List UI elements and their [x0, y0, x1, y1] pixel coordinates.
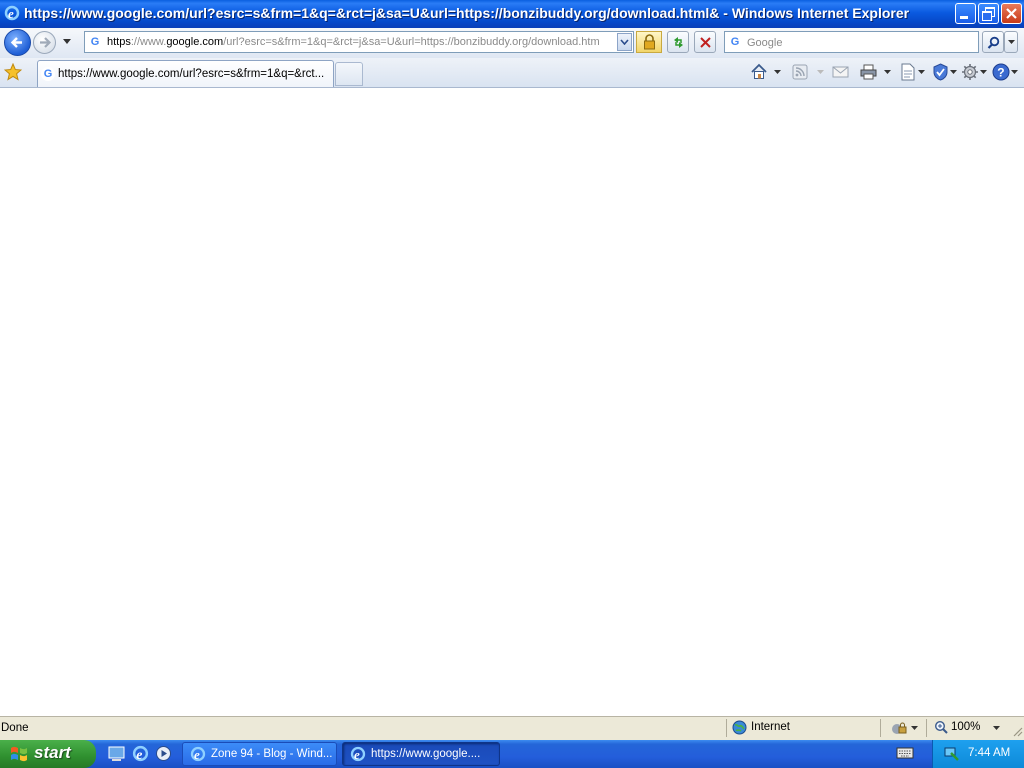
address-bar[interactable]: G https://www.google.com/url?esrc=s&frm=… [84, 31, 634, 53]
zoom-icon [934, 720, 948, 734]
safety-icon[interactable] [932, 63, 949, 81]
google-icon: G [41, 67, 55, 81]
start-button[interactable]: start [0, 740, 96, 768]
zoom-dropdown-icon[interactable] [993, 726, 1000, 731]
taskbar-button-label: https://www.google.... [371, 748, 481, 760]
page-dropdown-icon[interactable] [918, 70, 925, 75]
ie-icon: e [190, 746, 206, 762]
globe-icon [732, 720, 747, 735]
show-desktop-icon[interactable] [108, 745, 125, 762]
search-button[interactable] [982, 31, 1004, 53]
home-icon[interactable] [750, 63, 768, 81]
taskbar-button-zone94[interactable]: e Zone 94 - Blog - Wind... [182, 742, 337, 766]
status-text: Done [1, 722, 29, 734]
security-lock-button[interactable] [636, 31, 662, 53]
chevron-down-icon [620, 39, 629, 45]
svg-text:e: e [354, 747, 360, 762]
back-button[interactable] [4, 29, 31, 56]
search-icon [987, 36, 1000, 49]
ie-icon: e [350, 746, 366, 762]
zoom-level[interactable]: 100% [951, 721, 980, 733]
back-arrow-icon [10, 37, 22, 48]
print-icon[interactable] [859, 63, 878, 81]
network-icon[interactable] [943, 745, 960, 762]
resize-grip-icon[interactable] [1011, 725, 1023, 737]
status-bar: Done [0, 716, 1024, 740]
close-button[interactable] [1001, 3, 1022, 24]
restore-button[interactable] [978, 3, 999, 24]
start-label: start [34, 743, 71, 762]
new-tab-button[interactable] [335, 62, 363, 86]
media-player-icon[interactable] [155, 745, 172, 762]
close-icon [1006, 8, 1017, 19]
svg-text:e: e [194, 747, 200, 762]
security-zone-label[interactable]: Internet [751, 721, 790, 733]
search-placeholder: Google [747, 37, 783, 49]
clock[interactable]: 7:44 AM [968, 747, 1010, 759]
search-box[interactable]: G Google [724, 31, 979, 53]
refresh-icon [674, 37, 683, 48]
stop-button[interactable] [694, 31, 716, 53]
ie-icon: e [4, 5, 20, 21]
home-dropdown-icon[interactable] [774, 70, 781, 75]
status-divider [726, 719, 727, 737]
status-divider [926, 719, 927, 737]
system-tray: 7:44 AM [932, 740, 1024, 768]
refresh-button[interactable] [667, 31, 689, 53]
chevron-down-icon[interactable] [911, 726, 918, 731]
page-content-area[interactable] [0, 88, 1024, 715]
help-icon[interactable]: ? [992, 63, 1010, 81]
svg-text:e: e [136, 747, 142, 762]
feeds-icon[interactable] [792, 64, 808, 80]
ie-icon[interactable]: e [132, 745, 149, 762]
windows-logo-icon [11, 746, 27, 762]
title-bar[interactable]: e https://www.google.com/url?esrc=s&frm=… [0, 0, 1024, 28]
taskbar-button-label: Zone 94 - Blog - Wind... [211, 748, 333, 760]
address-url[interactable]: https://www.google.com/url?esrc=s&frm=1&… [107, 36, 615, 48]
page-icon[interactable] [900, 63, 916, 81]
protected-mode-icon[interactable] [890, 720, 908, 736]
keyboard-icon[interactable] [896, 746, 914, 760]
mail-icon[interactable] [832, 65, 849, 79]
status-divider [880, 719, 881, 737]
tools-icon[interactable] [961, 63, 979, 81]
svg-text:?: ? [997, 66, 1004, 80]
forward-button[interactable] [33, 31, 56, 54]
favorites-star-icon[interactable] [4, 63, 22, 81]
tab-label: https://www.google.com/url?esrc=s&frm=1&… [58, 68, 325, 80]
feeds-dropdown-icon[interactable] [817, 70, 824, 75]
taskbar [0, 740, 1024, 768]
google-icon: G [728, 35, 742, 49]
safety-dropdown-icon[interactable] [950, 70, 957, 75]
tools-dropdown-icon[interactable] [980, 70, 987, 75]
svg-text:e: e [8, 6, 14, 21]
recent-pages-dropdown[interactable] [61, 38, 73, 46]
chevron-down-icon [1008, 40, 1015, 44]
stop-icon [700, 37, 711, 48]
forward-arrow-icon [40, 37, 52, 48]
print-dropdown-icon[interactable] [884, 70, 891, 75]
window-title: https://www.google.com/url?esrc=s&frm=1&… [24, 5, 910, 21]
tab-current[interactable]: G https://www.google.com/url?esrc=s&frm=… [37, 60, 334, 87]
search-options-button[interactable] [1004, 31, 1018, 53]
lock-icon [644, 34, 655, 50]
address-dropdown-button[interactable] [617, 33, 632, 51]
minimize-button[interactable] [955, 3, 976, 24]
google-icon: G [88, 35, 102, 49]
taskbar-button-google[interactable]: e https://www.google.... [342, 742, 500, 766]
help-dropdown-icon[interactable] [1011, 70, 1018, 75]
